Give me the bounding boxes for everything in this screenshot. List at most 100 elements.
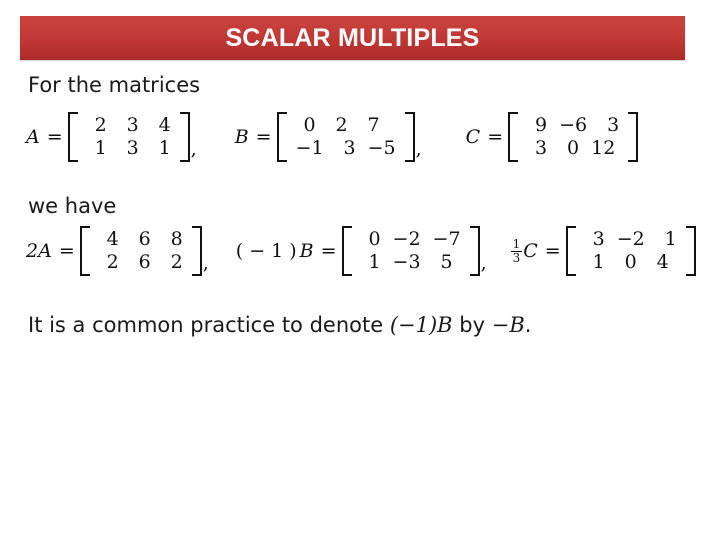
matrix-C-expression: C = 9 −6 3 3 0 12 — [465, 112, 639, 163]
slide: SCALAR MULTIPLES For the matrices A = 2 … — [0, 0, 720, 540]
matrix-cell: −7 — [432, 228, 461, 250]
bracket-left-icon — [508, 112, 519, 163]
matrix-cell: 3 — [126, 114, 139, 136]
closing-text-middle: by — [452, 313, 492, 337]
matrix-cell: 12 — [591, 137, 616, 160]
matrix-two-A-body: 4 6 8 2 6 2 — [90, 226, 192, 276]
matrix-C-body: 9 −6 3 3 0 12 — [518, 112, 628, 162]
negative-one-times-B-equals: = — [320, 240, 337, 263]
matrix-definitions-row: A = 2 3 4 1 3 1 , B = 0 2 7 −1 3 −5 , C … — [26, 112, 696, 163]
matrix-cell: 1 — [94, 137, 107, 160]
matrix-cell: 0 — [368, 228, 381, 250]
matrix-cell: 2 — [170, 251, 183, 274]
bracket-right-icon — [628, 112, 639, 163]
matrix-A-body: 2 3 4 1 3 1 — [78, 112, 180, 162]
matrix-cell: 2 — [94, 114, 107, 136]
matrix-cell: 3 — [343, 137, 356, 160]
one-third-times-C-equals: = — [544, 240, 561, 263]
matrix-row: 3 −2 1 — [579, 228, 683, 251]
bracket-left-icon — [565, 226, 576, 277]
matrix-cell: 5 — [440, 251, 453, 274]
matrix-C-label: C — [465, 126, 481, 149]
fraction-denominator: 3 — [510, 250, 523, 265]
matrix-results-row: 2A = 4 6 8 2 6 2 , (− 1) B = 0 −2 −7 1… — [26, 226, 696, 277]
matrix-cell: 4 — [158, 114, 171, 136]
bracket-left-icon — [67, 112, 78, 163]
paren-open: ( — [235, 240, 244, 263]
matrix-row: −1 3 −5 — [290, 137, 402, 160]
matrix-row: 3 0 12 — [521, 137, 625, 160]
matrix-cell: 0 — [303, 114, 316, 136]
page-title: SCALAR MULTIPLES — [225, 23, 480, 52]
bracket-right-icon — [685, 226, 696, 277]
matrix-cell: −6 — [559, 114, 588, 136]
matrix-cell: −1 — [295, 137, 324, 160]
matrix-cell: 0 — [624, 251, 637, 274]
matrix-B-equals: = — [255, 126, 272, 149]
matrix-cell: 1 — [664, 228, 677, 250]
matrix-two-A: 4 6 8 2 6 2 — [79, 226, 202, 277]
matrix-A-expression: A = 2 3 4 1 3 1 , — [26, 112, 197, 163]
closing-text-after: . — [524, 313, 532, 337]
negative-one-times-B-expression: (−1) B = 0 −2 −7 1 −3 5 , — [233, 226, 487, 277]
variable-C: C — [523, 240, 538, 263]
two-times-A-label: 2A — [26, 240, 52, 263]
closing-math-negative-one-B: (−1)B — [389, 313, 453, 337]
negative-one-times-B-trailing-punctuation: , — [480, 252, 487, 275]
we-have-text: we have — [28, 194, 117, 218]
variable-B: B — [299, 240, 314, 263]
matrix-cell: 2 — [106, 251, 119, 274]
closing-text-before: It is a common practice to denote — [28, 313, 390, 337]
matrix-cell: −3 — [392, 251, 421, 274]
matrix-cell: 7 — [367, 114, 380, 136]
matrix-C: 9 −6 3 3 0 12 — [508, 112, 639, 163]
matrix-row: 0 2 7 — [290, 114, 402, 137]
matrix-cell: 3 — [607, 114, 620, 136]
matrix-row: 1 −3 5 — [355, 251, 467, 274]
one-literal: 1 — [271, 240, 284, 263]
matrix-row: 1 3 1 — [81, 137, 177, 160]
matrix-cell: 4 — [106, 228, 119, 250]
closing-math-negative-B: −B — [491, 313, 525, 337]
bracket-right-icon — [469, 226, 480, 277]
bracket-right-icon — [179, 112, 190, 163]
matrix-cell: 6 — [138, 228, 151, 250]
matrix-cell: 3 — [126, 137, 139, 160]
paren-close: ) — [289, 240, 297, 263]
matrix-row: 2 6 2 — [93, 251, 189, 274]
matrix-cell: 3 — [535, 137, 548, 160]
matrix-B-body: 0 2 7 −1 3 −5 — [287, 112, 405, 162]
matrix-cell: −5 — [367, 137, 396, 160]
matrix-negative-B-body: 0 −2 −7 1 −3 5 — [352, 226, 470, 276]
negative-one-times-B-label: (−1) B — [233, 240, 314, 262]
matrix-A: 2 3 4 1 3 1 — [67, 112, 190, 163]
matrix-cell: 3 — [592, 228, 605, 250]
matrix-one-third-C-body: 3 −2 1 1 0 4 — [576, 226, 686, 276]
matrix-cell: 6 — [138, 251, 151, 274]
matrix-cell: −2 — [616, 228, 645, 250]
matrix-cell: 1 — [158, 137, 171, 160]
matrix-cell: −2 — [392, 228, 421, 250]
matrix-row: 0 −2 −7 — [355, 228, 467, 251]
matrix-cell: 1 — [592, 251, 605, 274]
minus-sign: − — [249, 240, 266, 263]
bracket-left-icon — [276, 112, 287, 163]
matrix-row: 9 −6 3 — [521, 114, 625, 137]
fraction-numerator: 1 — [512, 237, 521, 252]
matrix-negative-B: 0 −2 −7 1 −3 5 — [341, 226, 480, 277]
matrix-row: 2 3 4 — [81, 114, 177, 137]
bracket-left-icon — [79, 226, 90, 277]
two-times-A-expression: 2A = 4 6 8 2 6 2 , — [26, 226, 209, 277]
slide-title-bar: SCALAR MULTIPLES — [20, 16, 685, 60]
matrix-cell: 0 — [567, 137, 580, 160]
matrix-row: 1 0 4 — [579, 251, 683, 274]
matrix-cell: 4 — [656, 251, 669, 274]
one-third-times-C-expression: 1 3 C = 3 −2 1 1 0 4 — [510, 226, 696, 277]
bracket-left-icon — [341, 226, 352, 277]
intro-text: For the matrices — [28, 73, 201, 97]
matrix-A-label: A — [26, 126, 40, 149]
matrix-B-label: B — [234, 126, 249, 149]
matrix-cell: 9 — [535, 114, 548, 136]
matrix-row: 4 6 8 — [93, 228, 189, 251]
matrix-B-trailing-punctuation: , — [415, 138, 422, 161]
